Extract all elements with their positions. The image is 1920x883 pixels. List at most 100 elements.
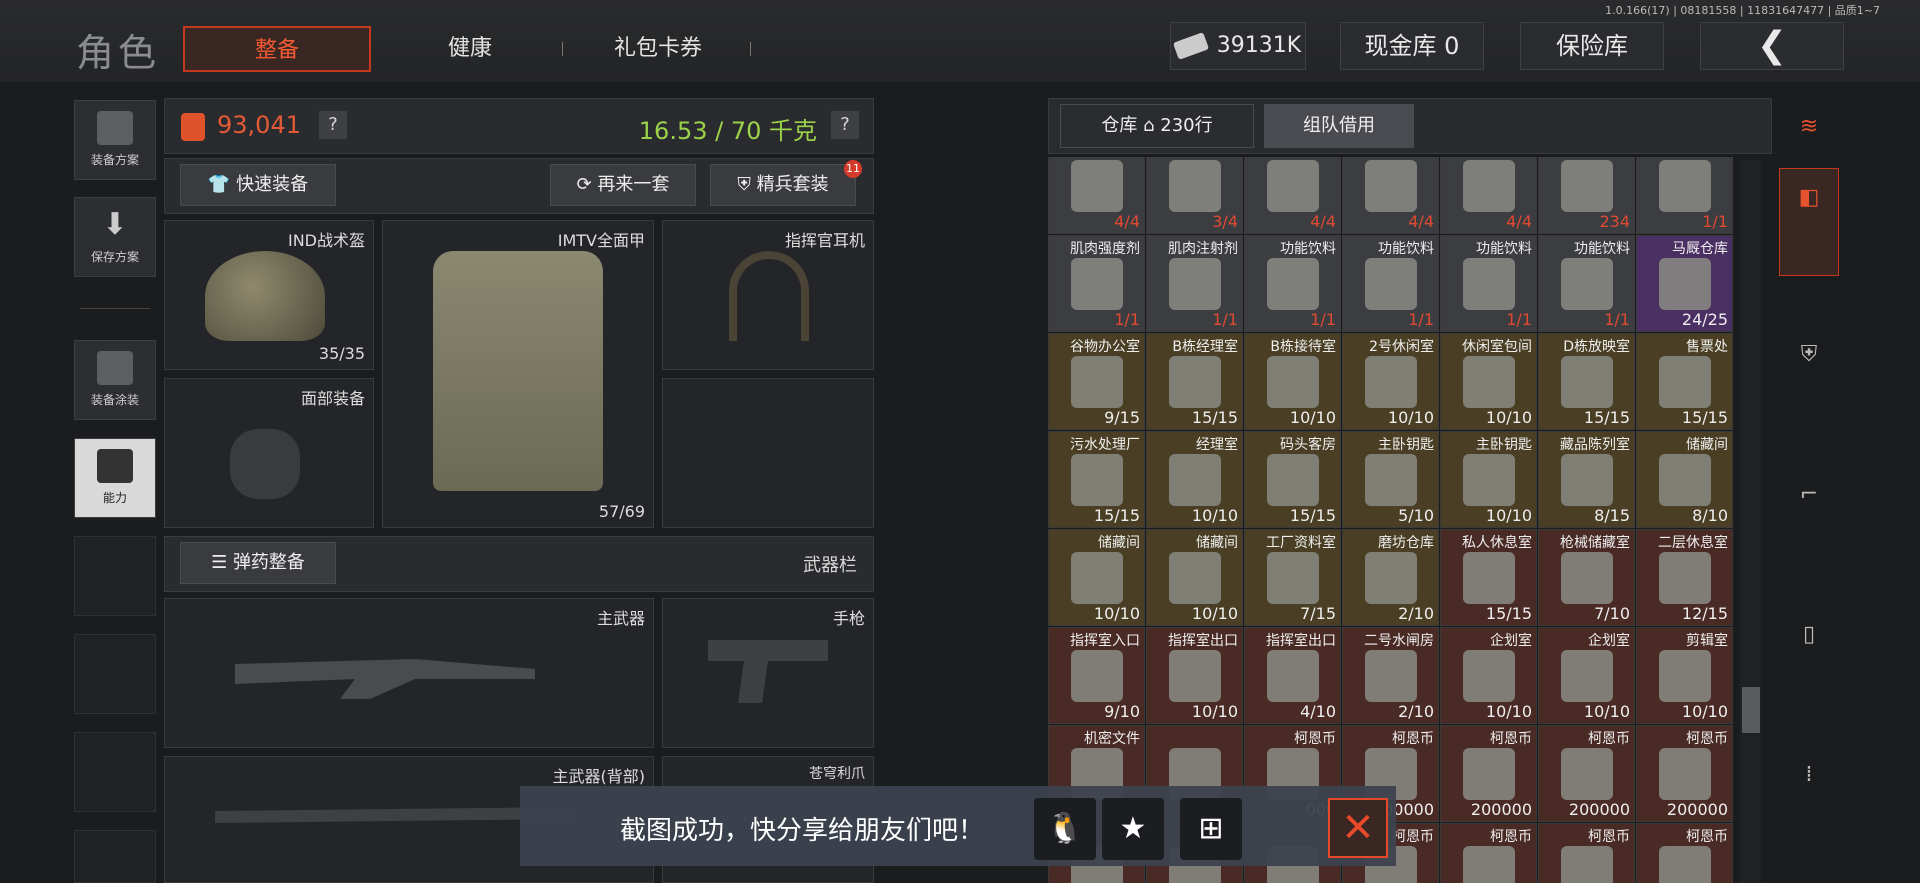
item-name: 再生强度剂: [1658, 157, 1728, 160]
stash-item[interactable]: D栋放映室 15/15: [1538, 333, 1635, 430]
helmet-slot[interactable]: IND战术盔 35/35: [164, 220, 374, 370]
tab-stash[interactable]: 仓库 ⌂ 230行: [1060, 104, 1254, 148]
stash-item[interactable]: 功能饮料 1/1: [1440, 235, 1537, 332]
app-share-icon[interactable]: ⊞: [1180, 798, 1242, 860]
elite-set-button[interactable]: ⛨ 精兵套装: [710, 164, 856, 206]
stash-item[interactable]: 私人休息室 15/15: [1440, 529, 1537, 626]
sort-icon[interactable]: ≋: [1780, 98, 1838, 156]
stash-item[interactable]: 高级急救包 234: [1538, 157, 1635, 234]
item-icon: [1169, 454, 1221, 506]
qq-icon[interactable]: 🐧: [1034, 798, 1096, 860]
tab-equip[interactable]: 整备: [183, 26, 371, 72]
item-count: 10/10: [1681, 702, 1728, 721]
stash-item[interactable]: 工厂资料室 7/15: [1244, 529, 1341, 626]
cash-vault-button[interactable]: 现金库 0: [1340, 22, 1484, 70]
stash-item[interactable]: 休闲室包间 10/10: [1440, 333, 1537, 430]
armor-slot[interactable]: IMTV全面甲 57/69: [382, 220, 654, 528]
stash-item[interactable]: OP加绷带 4/4: [1048, 157, 1145, 234]
back-button[interactable]: ❮: [1700, 22, 1844, 70]
stash-item[interactable]: 肌肉强度剂 1/1: [1048, 235, 1145, 332]
safe-vault-button[interactable]: 保险库: [1520, 22, 1664, 70]
ammo-prep-button[interactable]: ☰ 弹药整备: [180, 542, 336, 584]
stash-item[interactable]: 柯恩币: [1440, 823, 1537, 883]
stash-item[interactable]: OP加绷带 4/4: [1244, 157, 1341, 234]
tab-health[interactable]: 健康: [420, 26, 520, 72]
stash-item[interactable]: 功能饮料 1/1: [1342, 235, 1439, 332]
pistol-slot[interactable]: 手枪: [662, 598, 874, 748]
stash-item[interactable]: 柯恩币 200000: [1538, 725, 1635, 822]
item-count: 8/15: [1594, 506, 1630, 525]
stash-item[interactable]: 主卧钥匙 5/10: [1342, 431, 1439, 528]
item-name: 功能饮料: [1476, 241, 1532, 257]
currency-display[interactable]: 39131K: [1170, 22, 1306, 70]
item-icon: [1561, 160, 1613, 212]
backpack-icon: [181, 113, 205, 141]
item-icon: [1659, 552, 1711, 604]
item-icon: [1659, 650, 1711, 702]
help-icon[interactable]: ?: [319, 111, 347, 139]
stash-item[interactable]: 柯恩币: [1538, 823, 1635, 883]
stash-item[interactable]: 马厩仓库 24/25: [1636, 235, 1733, 332]
headset-slot[interactable]: 指挥官耳机: [662, 220, 874, 370]
magazine-filter-icon[interactable]: ▯: [1780, 606, 1838, 664]
stash-item[interactable]: 指挥室出口 4/10: [1244, 627, 1341, 724]
stash-item[interactable]: B栋接待室 10/10: [1244, 333, 1341, 430]
close-icon[interactable]: ✕: [1328, 798, 1388, 858]
stash-item[interactable]: 储藏间 10/10: [1048, 529, 1145, 626]
stash-scrollbar[interactable]: [1740, 160, 1762, 883]
gas-mask-icon: [230, 429, 300, 499]
stash-item[interactable]: 谷物办公室 9/15: [1048, 333, 1145, 430]
face-slot[interactable]: 面部装备: [164, 378, 374, 528]
reroll-set-button[interactable]: ⟳ 再来一套: [550, 164, 696, 206]
stash-item[interactable]: 功能饮料 1/1: [1538, 235, 1635, 332]
item-name: 剪辑室: [1686, 633, 1728, 649]
primary-weapon-slot[interactable]: 主武器: [164, 598, 654, 748]
save-plan-button[interactable]: ⬇ 保存方案: [74, 197, 156, 277]
ability-button[interactable]: 能力: [74, 438, 156, 518]
stash-grid: OP加绷带 4/4 OP加绷带 3/4 OP加绷带 4/4 极人器 4/4 极人器 4/4 高级急救…: [1048, 157, 1734, 883]
stash-item[interactable]: 储藏间 8/10: [1636, 431, 1733, 528]
stash-item[interactable]: 功能饮料 1/1: [1244, 235, 1341, 332]
qzone-icon[interactable]: ★: [1102, 798, 1164, 860]
tab-gift-cards[interactable]: 礼包卡券: [588, 26, 728, 72]
stash-item[interactable]: 柯恩币 200000: [1636, 725, 1733, 822]
stash-item[interactable]: 二号水闸房 2/10: [1342, 627, 1439, 724]
ammo-filter-icon[interactable]: ⁞: [1780, 746, 1838, 804]
stash-item[interactable]: 极人器 4/4: [1342, 157, 1439, 234]
skin-button[interactable]: 装备涂装: [74, 340, 156, 420]
item-count: 1/1: [1310, 310, 1336, 329]
stash-item[interactable]: 极人器 4/4: [1440, 157, 1537, 234]
scrollbar-thumb[interactable]: [1742, 687, 1760, 733]
stash-item[interactable]: 指挥室出口 10/10: [1146, 627, 1243, 724]
help-icon[interactable]: ?: [831, 111, 859, 139]
armor-filter-icon[interactable]: ⛨: [1780, 326, 1838, 384]
stash-item[interactable]: 剪辑室 10/10: [1636, 627, 1733, 724]
stash-item[interactable]: 藏品陈列室 8/15: [1538, 431, 1635, 528]
stash-item[interactable]: 再生强度剂 1/1: [1636, 157, 1733, 234]
stash-item[interactable]: OP加绷带 3/4: [1146, 157, 1243, 234]
stash-item[interactable]: B栋经理室 15/15: [1146, 333, 1243, 430]
rifle-filter-icon[interactable]: ⌐: [1780, 466, 1838, 524]
stash-item[interactable]: 二层休息室 12/15: [1636, 529, 1733, 626]
stash-item[interactable]: 企划室 10/10: [1538, 627, 1635, 724]
stash-item[interactable]: 肌肉注射剂 1/1: [1146, 235, 1243, 332]
stash-item[interactable]: 经理室 10/10: [1146, 431, 1243, 528]
empty-gear-slot[interactable]: [662, 378, 874, 528]
stash-item[interactable]: 码头客房 15/15: [1244, 431, 1341, 528]
stash-item[interactable]: 污水处理厂 15/15: [1048, 431, 1145, 528]
stash-item[interactable]: 企划室 10/10: [1440, 627, 1537, 724]
stash-item[interactable]: 柯恩币: [1636, 823, 1733, 883]
stash-item[interactable]: 2号休闲室 10/10: [1342, 333, 1439, 430]
stash-item[interactable]: 指挥室入口 9/10: [1048, 627, 1145, 724]
stash-item[interactable]: 柯恩币 200000: [1440, 725, 1537, 822]
stash-item[interactable]: 售票处 15/15: [1636, 333, 1733, 430]
stash-item[interactable]: 主卧钥匙 10/10: [1440, 431, 1537, 528]
loadout-plan-button[interactable]: 装备方案: [74, 100, 156, 180]
stash-item[interactable]: 储藏间 10/10: [1146, 529, 1243, 626]
tab-team-borrow[interactable]: 组队借用: [1264, 104, 1414, 148]
stash-item[interactable]: 枪械储藏室 7/10: [1538, 529, 1635, 626]
item-icon: [1659, 846, 1711, 883]
quick-equip-button[interactable]: 👕 快速装备: [180, 164, 336, 206]
stash-item[interactable]: 磨坊仓库 2/10: [1342, 529, 1439, 626]
all-items-tab-icon[interactable]: ◧: [1779, 168, 1839, 276]
